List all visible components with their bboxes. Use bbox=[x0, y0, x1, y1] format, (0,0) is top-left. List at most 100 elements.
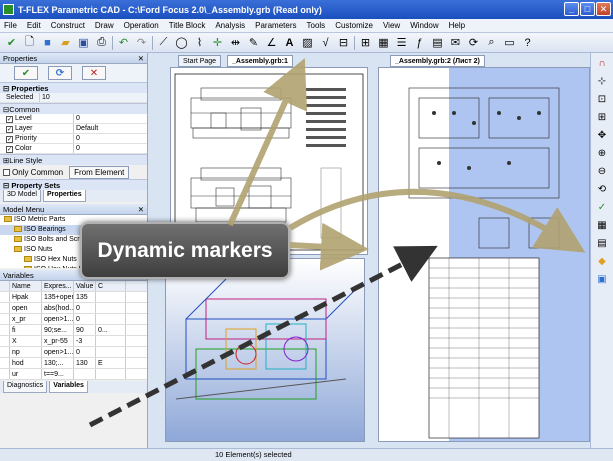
checkbox[interactable]: ✓ bbox=[6, 146, 13, 153]
ok-button[interactable]: ✔ bbox=[14, 66, 38, 80]
3d-view-window[interactable] bbox=[165, 258, 365, 442]
tab-variables[interactable]: Variables bbox=[49, 381, 88, 393]
close-button[interactable]: ✕ bbox=[596, 2, 611, 16]
from-element-button[interactable]: From Element bbox=[69, 165, 130, 179]
menu-edit[interactable]: Edit bbox=[27, 21, 41, 30]
line-icon[interactable]: ⟋ bbox=[156, 35, 171, 50]
tolerance-icon[interactable]: ⊟ bbox=[336, 35, 351, 50]
open-folder-icon[interactable]: ▰ bbox=[58, 35, 73, 50]
menu-analysis[interactable]: Analysis bbox=[215, 21, 245, 30]
checkbox[interactable]: ✓ bbox=[6, 126, 13, 133]
column-header[interactable]: Expres... bbox=[42, 281, 74, 291]
magnet-icon[interactable]: ∩ bbox=[595, 57, 609, 71]
tab-properties[interactable]: Properties bbox=[42, 190, 86, 202]
snap-icon[interactable]: ⊹ bbox=[595, 75, 609, 89]
checkbox[interactable]: ✓ bbox=[6, 116, 13, 123]
pencil-icon[interactable]: ✎ bbox=[246, 35, 261, 50]
table-row[interactable]: hod 130;... 130 E bbox=[0, 358, 147, 369]
pan-icon[interactable]: ✥ bbox=[595, 129, 609, 143]
cube-view-icon[interactable]: ◆ bbox=[595, 255, 609, 269]
minimize-button[interactable]: _ bbox=[564, 2, 579, 16]
redo-icon[interactable]: ↷ bbox=[134, 35, 149, 50]
cancel-button[interactable]: ✕ bbox=[82, 66, 106, 80]
property-row[interactable]: ✓ Level 0 bbox=[0, 114, 147, 124]
zoom-window-icon[interactable]: ⊡ bbox=[595, 93, 609, 107]
table-row[interactable]: ur t==9... bbox=[0, 369, 147, 380]
dimension-icon[interactable]: ⇹ bbox=[228, 35, 243, 50]
common-group[interactable]: ⊟Common bbox=[0, 103, 147, 114]
line-style-group[interactable]: ⊞Line Style bbox=[0, 154, 147, 165]
menu-parameters[interactable]: Parameters bbox=[255, 21, 296, 30]
menu-view[interactable]: View bbox=[383, 21, 400, 30]
maximize-button[interactable]: □ bbox=[580, 2, 595, 16]
layer-icon[interactable]: ▤ bbox=[595, 237, 609, 251]
variables-icon[interactable]: ƒ bbox=[412, 35, 427, 50]
table-row[interactable]: Hpak 135+open 135 bbox=[0, 292, 147, 303]
property-sets-group[interactable]: ⊟ Property Sets bbox=[0, 179, 147, 190]
menu-customize[interactable]: Customize bbox=[335, 21, 373, 30]
help-icon[interactable]: ? bbox=[520, 35, 535, 50]
polyline-icon[interactable]: ⌇ bbox=[192, 35, 207, 50]
pattern-icon[interactable]: ▤ bbox=[430, 35, 445, 50]
check-mark-icon[interactable]: ✓ bbox=[595, 201, 609, 215]
roughness-icon[interactable]: √ bbox=[318, 35, 333, 50]
text-icon[interactable]: A bbox=[282, 35, 297, 50]
zoom-icon[interactable]: ⌕ bbox=[484, 35, 499, 50]
check-icon[interactable]: ✔ bbox=[4, 35, 19, 50]
menu-construct[interactable]: Construct bbox=[51, 21, 85, 30]
properties-section[interactable]: ⊟ Properties bbox=[0, 82, 147, 93]
close-icon[interactable]: ✕ bbox=[138, 204, 144, 215]
menu-operation[interactable]: Operation bbox=[124, 21, 159, 30]
tab-diagnostics[interactable]: Diagnostics bbox=[3, 381, 48, 393]
save-icon[interactable]: ▣ bbox=[76, 35, 91, 50]
angle-icon[interactable]: ∠ bbox=[264, 35, 279, 50]
zoom-all-icon[interactable]: ⊞ bbox=[595, 111, 609, 125]
close-icon[interactable]: ✕ bbox=[138, 53, 144, 64]
node-icon[interactable]: ✛ bbox=[210, 35, 225, 50]
table-row[interactable]: x_pr open>1... 0 bbox=[0, 314, 147, 325]
bom-icon[interactable]: ☰ bbox=[394, 35, 409, 50]
circle-icon[interactable]: ◯ bbox=[174, 35, 189, 50]
table-row[interactable]: np open>1... 0 bbox=[0, 347, 147, 358]
tab-assembly-1[interactable]: _Assembly.grb:1 bbox=[227, 55, 293, 67]
report-icon[interactable]: ▭ bbox=[502, 35, 517, 50]
only-common-checkbox[interactable]: Only Common bbox=[3, 168, 63, 177]
refresh-button[interactable]: ⟳ bbox=[48, 66, 72, 80]
column-header[interactable]: Name bbox=[10, 281, 42, 291]
table-row[interactable]: fi 90;se... 90 0... bbox=[0, 325, 147, 336]
selected-row[interactable]: Selected 10 bbox=[0, 93, 147, 103]
table-icon[interactable]: ▦ bbox=[376, 35, 391, 50]
menu-tools[interactable]: Tools bbox=[307, 21, 326, 30]
tab-3d-model[interactable]: 3D Model bbox=[3, 190, 41, 202]
table-row[interactable]: Xx_pr-55 -3 bbox=[0, 336, 147, 347]
new-file-icon[interactable]: 🗋 bbox=[22, 35, 37, 50]
property-row[interactable]: ✓ Layer Default bbox=[0, 124, 147, 134]
tab-start-page[interactable]: Start Page bbox=[178, 55, 222, 67]
cube-icon[interactable]: ■ bbox=[40, 35, 55, 50]
print-icon[interactable]: ⎙ bbox=[94, 35, 109, 50]
fragment-icon[interactable]: ⊞ bbox=[358, 35, 373, 50]
menu-title-block[interactable]: Title Block bbox=[169, 21, 206, 30]
menu-file[interactable]: File bbox=[4, 21, 17, 30]
column-header[interactable]: Value bbox=[74, 281, 96, 291]
menu-draw[interactable]: Draw bbox=[95, 21, 114, 30]
zoom-in-icon[interactable]: ⊕ bbox=[595, 147, 609, 161]
note-icon[interactable]: ✉ bbox=[448, 35, 463, 50]
regen-icon[interactable]: ⟳ bbox=[466, 35, 481, 50]
table-row[interactable]: open abs(hod... 0 bbox=[0, 303, 147, 314]
column-header[interactable] bbox=[0, 281, 10, 291]
tab-assembly-2[interactable]: _Assembly.grb:2 (Лист 2) bbox=[390, 55, 485, 67]
drawing-window-2[interactable] bbox=[378, 67, 590, 442]
menu-window[interactable]: Window bbox=[410, 21, 438, 30]
box-view-icon[interactable]: ▣ bbox=[595, 273, 609, 287]
checkbox[interactable]: ✓ bbox=[6, 136, 13, 143]
hatch-icon[interactable]: ▨ bbox=[300, 35, 315, 50]
grid-icon[interactable]: ▦ bbox=[595, 219, 609, 233]
zoom-out-icon[interactable]: ⊖ bbox=[595, 165, 609, 179]
menu-help[interactable]: Help bbox=[449, 21, 465, 30]
undo-icon[interactable]: ↶ bbox=[116, 35, 131, 50]
column-header[interactable]: C bbox=[96, 281, 126, 291]
property-row[interactable]: ✓ Priority 0 bbox=[0, 134, 147, 144]
property-row[interactable]: ✓ Color 0 bbox=[0, 144, 147, 154]
rotate-icon[interactable]: ⟲ bbox=[595, 183, 609, 197]
